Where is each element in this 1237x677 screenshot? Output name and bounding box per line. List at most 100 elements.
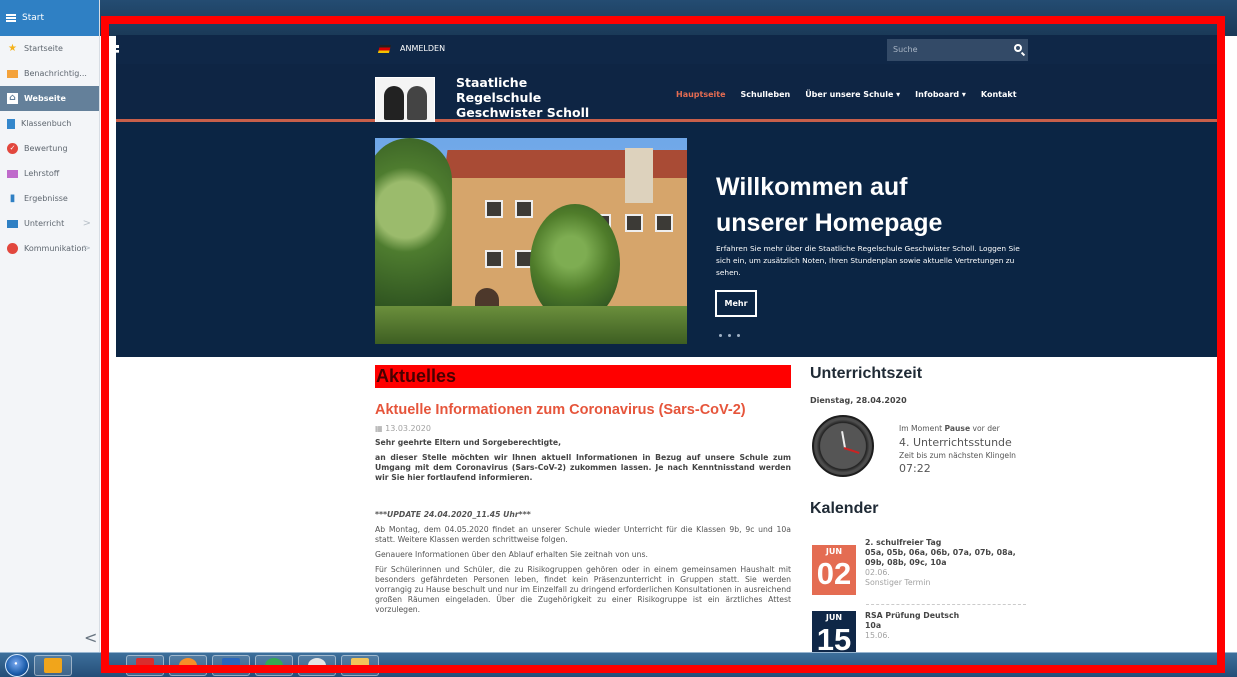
article-date-text: 13.03.2020: [385, 424, 431, 433]
nav-infoboard[interactable]: Infoboard ▾: [915, 90, 966, 99]
calendar-event[interactable]: JUN 02 2. schulfreier Tag 05a, 05b, 06a,…: [810, 533, 1028, 603]
hero-title-line: unserer Homepage: [716, 209, 943, 237]
event-separator: [866, 604, 1026, 605]
sidebar-item-kommunikation[interactable]: Kommunikation >: [0, 236, 99, 261]
search-input[interactable]: Suche: [887, 39, 1028, 61]
nav-ueber-unsere-schule[interactable]: Über unsere Schule ▾: [805, 90, 900, 99]
carousel-dots[interactable]: [719, 334, 740, 337]
login-link[interactable]: ANMELDEN: [377, 44, 446, 53]
taskbar-app[interactable]: [298, 655, 336, 676]
window: [515, 200, 533, 218]
taskbar-app[interactable]: [34, 655, 72, 676]
sidebar-header[interactable]: Start: [0, 0, 99, 36]
event-details: 2. schulfreier Tag 05a, 05b, 06a, 06b, 0…: [865, 538, 1025, 588]
event-day: 15: [816, 622, 852, 654]
school-name-line: Regelschule: [456, 90, 542, 105]
school-building-photo: [375, 138, 687, 344]
star-icon: ★: [8, 42, 17, 54]
article-greeting: Sehr geehrte Eltern und Sorgeberechtigte…: [375, 438, 561, 447]
chevron-right-icon: >: [82, 243, 91, 254]
app-icon: [136, 658, 154, 673]
school-name-line: Geschwister Scholl: [456, 105, 590, 120]
article-paragraph: Ab Montag, dem 04.05.2020 findet an unse…: [375, 525, 791, 544]
app-sidebar: Start ★ Startseite Benachrichtig... ⌂ We…: [0, 0, 100, 652]
check-icon: ✓: [7, 143, 18, 154]
paint-icon: [308, 658, 326, 673]
nav-kontakt[interactable]: Kontakt: [981, 90, 1017, 99]
sidebar-item-label: Benachrichtig...: [24, 69, 87, 78]
search-icon[interactable]: [1014, 44, 1022, 52]
school-website: ANMELDEN Suche Staatliche Regelschule Ge…: [116, 35, 1218, 654]
folder-icon: [7, 169, 18, 178]
hero-title-line: Willkommen auf: [716, 173, 908, 201]
school-name-line: Staatliche: [456, 75, 528, 90]
sidebar-item-startseite[interactable]: ★ Startseite: [0, 36, 99, 61]
article-intro: an dieser Stelle möchten wir Ihnen aktue…: [375, 453, 791, 482]
sidebar-item-benachrichtigungen[interactable]: Benachrichtig...: [0, 61, 99, 86]
chrome-icon: [265, 658, 283, 673]
event-date-badge: JUN 02: [812, 545, 856, 595]
nav-schulleben[interactable]: Schulleben: [741, 90, 791, 99]
mobile-menu-icon[interactable]: [116, 45, 119, 53]
sidebar-item-label: Unterricht: [24, 219, 65, 228]
event-title: RSA Prüfung Deutsch: [865, 611, 960, 620]
moment-suffix: vor der: [972, 424, 1000, 433]
taskbar-app[interactable]: [255, 655, 293, 676]
event-day: 02: [816, 556, 852, 591]
sidebar-item-ergebnisse[interactable]: ▮ Ergebnisse: [0, 186, 99, 211]
chevron-right-icon: >: [82, 218, 91, 229]
website-top-bar: ANMELDEN Suche: [116, 35, 1218, 64]
browser-top-strip: [100, 0, 1237, 36]
nav-hauptseite[interactable]: Hauptseite: [676, 90, 726, 99]
more-button[interactable]: Mehr: [715, 290, 757, 317]
sidebar-item-webseite[interactable]: ⌂ Webseite: [0, 86, 99, 111]
sidebar-item-label: Startseite: [24, 44, 63, 53]
search-placeholder: Suche: [893, 45, 918, 54]
event-date: 02.06.: [865, 568, 890, 577]
carousel-dot[interactable]: [719, 334, 722, 337]
school-name[interactable]: Staatliche Regelschule Geschwister Schol…: [456, 75, 589, 120]
article-title-link[interactable]: Aktuelle Informationen zum Coronavirus (…: [375, 402, 791, 418]
clock-second-hand: [843, 447, 860, 454]
calendar-event[interactable]: JUN 15 RSA Prüfung Deutsch 10a 15.06.: [810, 606, 1028, 654]
sidebar-item-klassenbuch[interactable]: Klassenbuch: [0, 111, 99, 136]
menu-icon[interactable]: [6, 14, 16, 22]
taskbar-app[interactable]: [341, 655, 379, 676]
moment-status: Pause: [944, 424, 971, 433]
window: [485, 250, 503, 268]
news-section: Aktuelles Aktuelle Informationen zum Cor…: [375, 365, 791, 654]
window: [485, 200, 503, 218]
collapse-sidebar-icon[interactable]: <: [84, 628, 97, 647]
event-type: Sonstiger Termin: [865, 578, 931, 587]
moment-status-line: Im Moment Pause vor der: [899, 423, 1029, 435]
taskbar-app[interactable]: [169, 655, 207, 676]
clock-icon: [812, 415, 874, 477]
sidebar-item-label: Ergebnisse: [24, 194, 68, 203]
time-remaining: 07:22: [899, 462, 931, 475]
website-header: Staatliche Regelschule Geschwister Schol…: [116, 64, 1218, 123]
taskbar-app[interactable]: [212, 655, 250, 676]
logo-portrait: [384, 86, 404, 120]
taskbar-app[interactable]: [126, 655, 164, 676]
start-button[interactable]: [5, 654, 29, 677]
sidebar-item-label: Klassenbuch: [21, 119, 72, 128]
calendar-heading: Kalender: [810, 500, 879, 517]
lesson-time-heading: Unterrichtszeit: [810, 365, 923, 382]
login-label: ANMELDEN: [400, 44, 446, 53]
carousel-dot[interactable]: [737, 334, 740, 337]
clock-hour-hand: [841, 431, 846, 449]
school-logo[interactable]: [375, 77, 435, 123]
sidebar-item-bewertung[interactable]: ✓ Bewertung: [0, 136, 99, 161]
lesson-status: Im Moment Pause vor der 4. Unterrichtsst…: [899, 423, 1029, 476]
right-sidebar: Unterrichtszeit Dienstag, 28.04.2020 Im …: [810, 365, 1028, 654]
event-title: 2. schulfreier Tag: [865, 538, 942, 547]
sidebar-item-lehrstoff[interactable]: Lehrstoff: [0, 161, 99, 186]
carousel-dot[interactable]: [728, 334, 731, 337]
folder-icon: [351, 658, 369, 673]
home-icon: ⌂: [7, 93, 18, 104]
sidebar-item-unterricht[interactable]: Unterricht >: [0, 211, 99, 236]
window: [655, 214, 673, 232]
hero-banner: Willkommen auf unserer Homepage Erfahren…: [116, 122, 1218, 357]
bar-chart-icon: ▮: [9, 192, 16, 204]
article-paragraph: Genauere Informationen über den Ablauf e…: [375, 550, 648, 559]
